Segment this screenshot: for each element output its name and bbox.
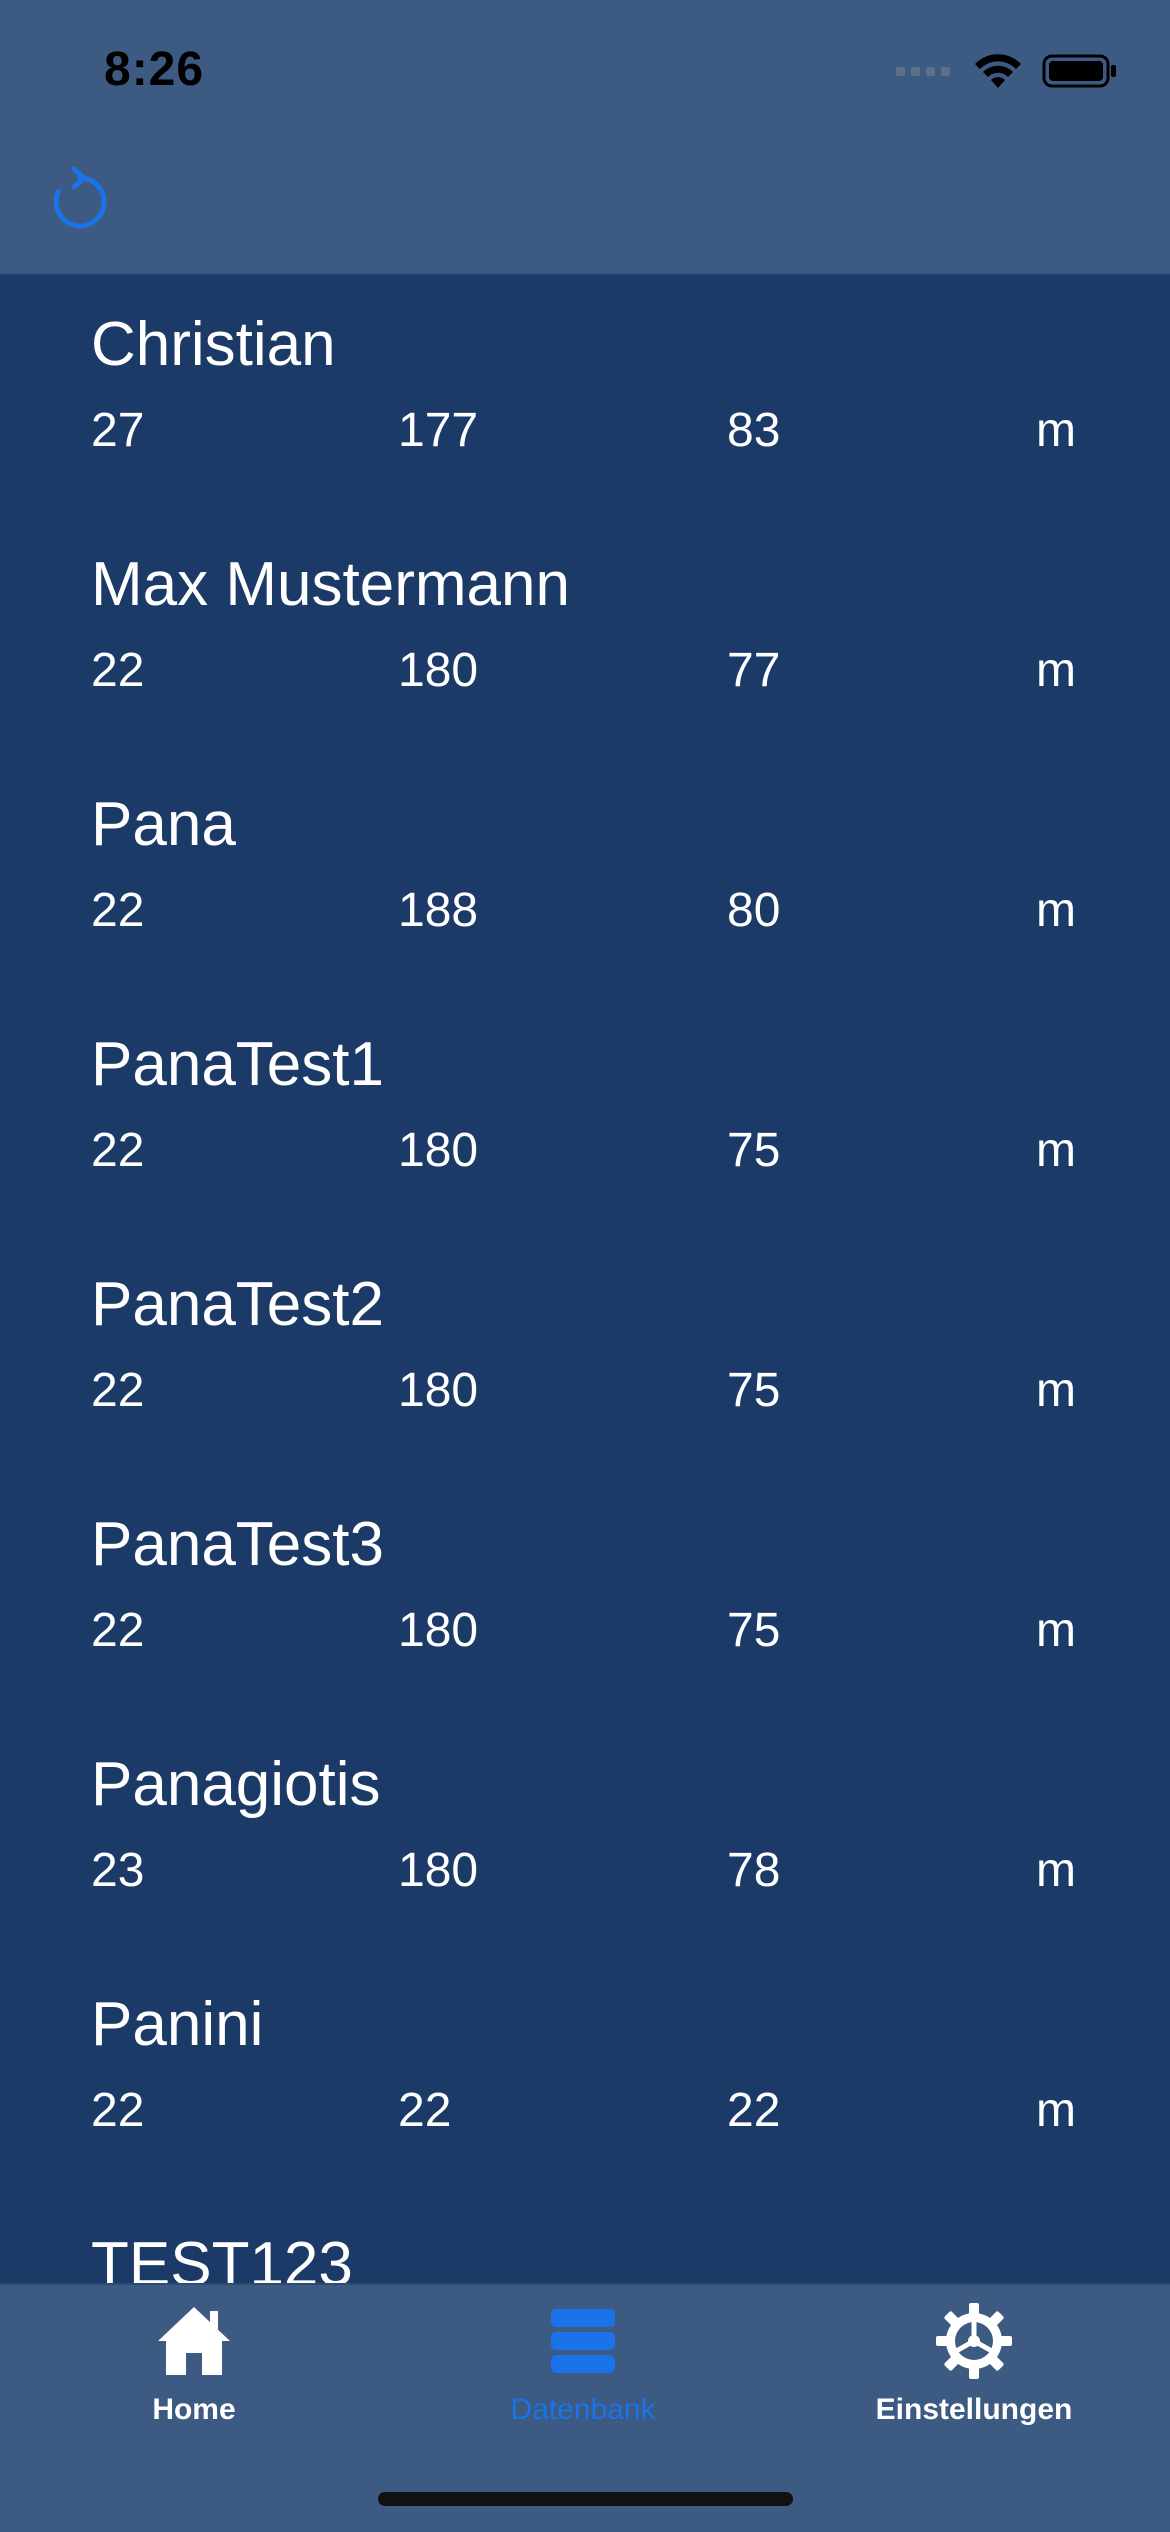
person-gender: m [1036, 2084, 1076, 2137]
person-weight: 77 [727, 644, 781, 697]
list-item[interactable]: Max Mustermann 22 180 77 m [0, 515, 1170, 755]
list-item[interactable]: Panini 22 22 22 m [0, 1955, 1170, 2195]
person-height: 180 [398, 1364, 479, 1417]
person-height: 188 [398, 884, 479, 937]
gear-icon [932, 2299, 1016, 2383]
person-gender: m [1036, 644, 1076, 697]
person-height: 180 [398, 1604, 479, 1657]
person-height: 180 [398, 1124, 479, 1177]
person-name: Panini [91, 1990, 264, 2059]
person-name: Panagiotis [91, 1750, 381, 1819]
person-list: Christian 27 177 83 m Max Mustermann 22 … [0, 275, 1170, 2435]
person-name: PanaTest2 [91, 1270, 384, 1339]
person-gender: m [1036, 1604, 1076, 1657]
person-age: 22 [91, 1364, 145, 1417]
tab-datenbank[interactable]: Datenbank [433, 2299, 733, 2449]
person-age: 22 [91, 1604, 145, 1657]
list-item[interactable]: Pana 22 188 80 m [0, 755, 1170, 995]
person-height: 180 [398, 1844, 479, 1897]
list-item[interactable]: PanaTest1 22 180 75 m [0, 995, 1170, 1235]
person-weight: 78 [727, 1844, 781, 1897]
person-height: 22 [398, 2084, 452, 2137]
list-icon [541, 2299, 625, 2383]
person-weight: 75 [727, 1604, 781, 1657]
list-item[interactable]: PanaTest2 22 180 75 m [0, 1235, 1170, 1475]
screen: 8:26 Christian 27 177 83 m Max Musterman… [0, 0, 1170, 2532]
person-age: 22 [91, 884, 145, 937]
refresh-icon [53, 166, 107, 229]
person-age: 22 [91, 644, 145, 697]
list-item[interactable]: Panagiotis 23 180 78 m [0, 1715, 1170, 1955]
cellular-signal-icon [896, 66, 950, 76]
person-height: 177 [398, 404, 479, 457]
tab-home-label: Home [152, 2393, 236, 2426]
person-name: PanaTest1 [91, 1030, 384, 1099]
person-name: Max Mustermann [91, 550, 570, 619]
person-weight: 80 [727, 884, 781, 937]
person-weight: 75 [727, 1124, 781, 1177]
home-indicator [378, 2492, 793, 2506]
person-gender: m [1036, 1124, 1076, 1177]
header: 8:26 [0, 0, 1170, 275]
person-weight: 83 [727, 404, 781, 457]
wifi-icon [975, 54, 1021, 88]
person-gender: m [1036, 404, 1076, 457]
tab-home[interactable]: Home [44, 2299, 344, 2449]
person-height: 180 [398, 644, 479, 697]
person-age: 27 [91, 404, 145, 457]
list-item[interactable]: PanaTest3 22 180 75 m [0, 1475, 1170, 1715]
person-name: Pana [91, 790, 236, 859]
refresh-button[interactable] [44, 164, 116, 236]
person-gender: m [1036, 884, 1076, 937]
person-gender: m [1036, 1844, 1076, 1897]
status-icons [896, 52, 1118, 90]
house-icon [152, 2299, 236, 2383]
tab-einstellungen[interactable]: Einstellungen [824, 2299, 1124, 2449]
person-age: 22 [91, 2084, 145, 2137]
tab-datenbank-label: Datenbank [510, 2393, 656, 2426]
person-name: PanaTest3 [91, 1510, 384, 1579]
person-weight: 75 [727, 1364, 781, 1417]
person-weight: 22 [727, 2084, 781, 2137]
person-age: 22 [91, 1124, 145, 1177]
list-item[interactable]: Christian 27 177 83 m [0, 275, 1170, 515]
person-gender: m [1036, 1364, 1076, 1417]
status-time: 8:26 [104, 43, 205, 96]
person-age: 23 [91, 1844, 145, 1897]
battery-icon [1042, 54, 1116, 88]
tab-einstellungen-label: Einstellungen [875, 2393, 1073, 2426]
person-name: Christian [91, 310, 336, 379]
